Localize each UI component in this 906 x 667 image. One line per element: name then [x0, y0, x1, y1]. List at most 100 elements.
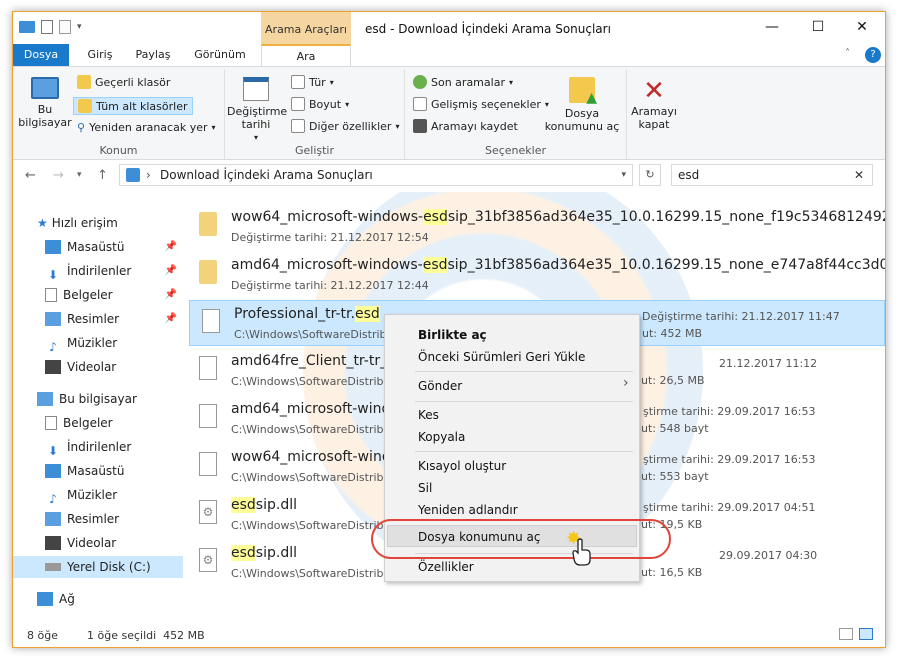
sidebar-item-label: Hızlı erişim: [51, 216, 118, 230]
download-icon: ⬇: [47, 268, 59, 282]
pin-icon[interactable]: 📌: [165, 260, 177, 282]
gecerli-klasor-button[interactable]: Geçerli klasör: [77, 75, 170, 89]
aramayi-kaydet-label: Aramayı kaydet: [431, 119, 518, 133]
sidebar-item-muzikler[interactable]: ♪ Müzikler: [13, 332, 183, 354]
sidebar-item-pc-muzikler[interactable]: ♪ Müzikler: [13, 484, 183, 506]
minimize-button[interactable]: —: [749, 12, 795, 44]
sidebar-item-indirilenler[interactable]: ⬇ İndirilenler 📌: [13, 260, 183, 282]
file-path: C:\Windows\SoftwareDistribu: [231, 423, 391, 436]
pin-icon[interactable]: 📌: [165, 308, 177, 330]
chevron-down-icon: ▾: [253, 133, 258, 142]
degistirme-tarihi-button[interactable]: Değiştirme tarihi ▾: [227, 77, 287, 144]
clear-search-icon[interactable]: ✕: [854, 165, 864, 185]
sidebar-item-masaustu[interactable]: Masaüstü 📌: [13, 236, 183, 258]
address-box[interactable]: › Download İçindeki Arama Sonuçları ▾: [119, 164, 633, 186]
sidebar-item-pc-indirilenler[interactable]: ⬇ İndirilenler: [13, 436, 183, 458]
file-name: wow64_microsoft-windo: [231, 449, 400, 465]
aramayi-kapat-button[interactable]: ✕ Aramayı kapat: [629, 77, 679, 131]
list-item[interactable]: amd64_microsoft-windows-esdsip_31bf3856a…: [187, 252, 885, 298]
tum-alt-klasorler-button[interactable]: Tüm alt klasörler: [73, 97, 193, 115]
file-path: C:\Windows\SoftwareDistribu: [231, 519, 391, 532]
chevron-up-icon[interactable]: ˄: [845, 48, 850, 59]
menu-item-ozellikler[interactable]: Özellikler: [418, 560, 474, 574]
sidebar-item-videolar[interactable]: Videolar: [13, 356, 183, 378]
bu-bilgisayar-button[interactable]: Bu bilgisayar: [17, 77, 73, 129]
chevron-down-icon[interactable]: ▾: [621, 165, 626, 185]
tab-dosya[interactable]: Dosya: [13, 44, 69, 66]
menu-item-kisayol-olustur[interactable]: Kısayol oluştur: [418, 459, 506, 473]
menu-item-kopyala[interactable]: Kopyala: [418, 430, 465, 444]
menu-item-gonder[interactable]: Gönder: [418, 379, 462, 393]
navigation-pane: ★ Hızlı erişim Masaüstü 📌 ⬇ İndirilenler 📌 B…: [13, 192, 183, 622]
menu-item-onceki-surumleri[interactable]: Önceki Sürümleri Geri Yükle: [418, 350, 585, 364]
tab-giris[interactable]: Giriş: [75, 44, 125, 66]
group-konum-label: Konum: [99, 144, 138, 157]
close-button[interactable]: ✕: [839, 12, 885, 44]
type-icon: [291, 75, 305, 89]
menu-item-yeniden-adlandir[interactable]: Yeniden adlandır: [418, 503, 518, 517]
large-icons-view-icon[interactable]: [859, 628, 873, 640]
boyut-label: Boyut: [309, 97, 342, 111]
pin-icon[interactable]: 📌: [165, 236, 177, 258]
up-arrow-icon[interactable]: ↑: [97, 168, 108, 183]
file-name: amd64fre_Client_tr-tr_I: [231, 353, 392, 369]
sidebar-item-pc-videolar[interactable]: Videolar: [13, 532, 183, 554]
back-arrow-icon[interactable]: ←: [25, 168, 36, 183]
chevron-down-icon[interactable]: ▾: [77, 170, 82, 180]
folder-icon: [199, 212, 217, 236]
item-count: 8 öğe: [27, 629, 58, 642]
selection-info: 1 öğe seçildi 452 MB: [87, 629, 205, 642]
file-name: Professional_tr-tr.esd: [234, 306, 380, 322]
refresh-button[interactable]: ↻: [639, 164, 661, 186]
tab-paylas[interactable]: Paylaş: [127, 44, 179, 66]
gelismis-secenekler-button[interactable]: Gelişmiş seçenekler ▾: [413, 97, 549, 111]
aramayi-kaydet-button[interactable]: Aramayı kaydet: [413, 119, 518, 133]
help-icon[interactable]: ?: [865, 47, 881, 63]
refresh-icon: ↻: [645, 168, 655, 181]
sidebar-item-label: Bu bilgisayar: [59, 392, 137, 406]
sidebar-item-label: İndirilenler: [67, 264, 132, 278]
desktop-icon: [45, 240, 61, 254]
diger-ozellikler-button[interactable]: Diğer özellikler ▾: [291, 119, 399, 133]
computer-icon: [31, 77, 59, 99]
menu-item-birlikte-ac[interactable]: Birlikte aç: [418, 328, 487, 342]
menu-item-sil[interactable]: Sil: [418, 481, 432, 495]
yeniden-aranacak-yer-button[interactable]: ⚲ Yeniden aranacak yer ▾: [77, 121, 216, 134]
tur-button[interactable]: Tür ▾: [291, 75, 334, 89]
breadcrumb: Download İçindeki Arama Sonuçları: [160, 168, 373, 182]
sidebar-item-bu-bilgisayar[interactable]: Bu bilgisayar: [13, 388, 183, 410]
sidebar-item-local-disk[interactable]: Yerel Disk (C:): [13, 556, 183, 578]
new-folder-icon[interactable]: [59, 20, 71, 34]
search-tools-context-header: Arama Araçları: [261, 12, 351, 44]
sidebar-item-pc-resimler[interactable]: Resimler: [13, 508, 183, 530]
sidebar-item-quick-access[interactable]: ★ Hızlı erişim: [13, 212, 183, 234]
tab-gorunum[interactable]: Görünüm: [185, 44, 255, 66]
file-name: amd64_microsoft-windo: [231, 401, 399, 417]
sidebar-item-network[interactable]: Ağ: [13, 588, 183, 610]
menu-item-kes[interactable]: Kes: [418, 408, 439, 422]
details-view-icon[interactable]: [839, 628, 853, 640]
properties-icon[interactable]: [41, 20, 53, 34]
tab-ara[interactable]: Ara: [261, 44, 351, 66]
download-icon: ⬇: [47, 444, 59, 458]
dosya-konumunu-ac-ribbon-button[interactable]: ▲ Dosya konumunu aç: [541, 77, 623, 133]
qat-dropdown-icon[interactable]: ▾: [77, 22, 82, 32]
yeniden-aranacak-yer-label: Yeniden aranacak yer: [89, 121, 208, 134]
search-input[interactable]: esd ✕: [671, 164, 873, 186]
sidebar-item-label: Resimler: [67, 512, 120, 526]
folder-icon: [199, 260, 217, 284]
pin-icon[interactable]: 📌: [165, 284, 177, 306]
boyut-button[interactable]: Boyut ▾: [291, 97, 349, 111]
maximize-button[interactable]: ☐: [795, 12, 841, 44]
title-bar: ▾ Arama Araçları esd - Download İçindeki…: [13, 12, 885, 44]
search-value: esd: [678, 168, 700, 182]
sidebar-item-pc-masaustu[interactable]: Masaüstü: [13, 460, 183, 482]
chevron-down-icon: ▾: [329, 77, 334, 87]
sidebar-item-resimler[interactable]: Resimler 📌: [13, 308, 183, 330]
son-aramalar-button[interactable]: Son aramalar ▾: [413, 75, 513, 89]
properties-icon: [291, 119, 305, 133]
sidebar-item-belgeler[interactable]: Belgeler 📌: [13, 284, 183, 306]
sidebar-item-pc-belgeler[interactable]: Belgeler: [13, 412, 183, 434]
forward-arrow-icon[interactable]: →: [53, 168, 64, 183]
list-item[interactable]: wow64_microsoft-windows-esdsip_31bf3856a…: [187, 204, 885, 250]
